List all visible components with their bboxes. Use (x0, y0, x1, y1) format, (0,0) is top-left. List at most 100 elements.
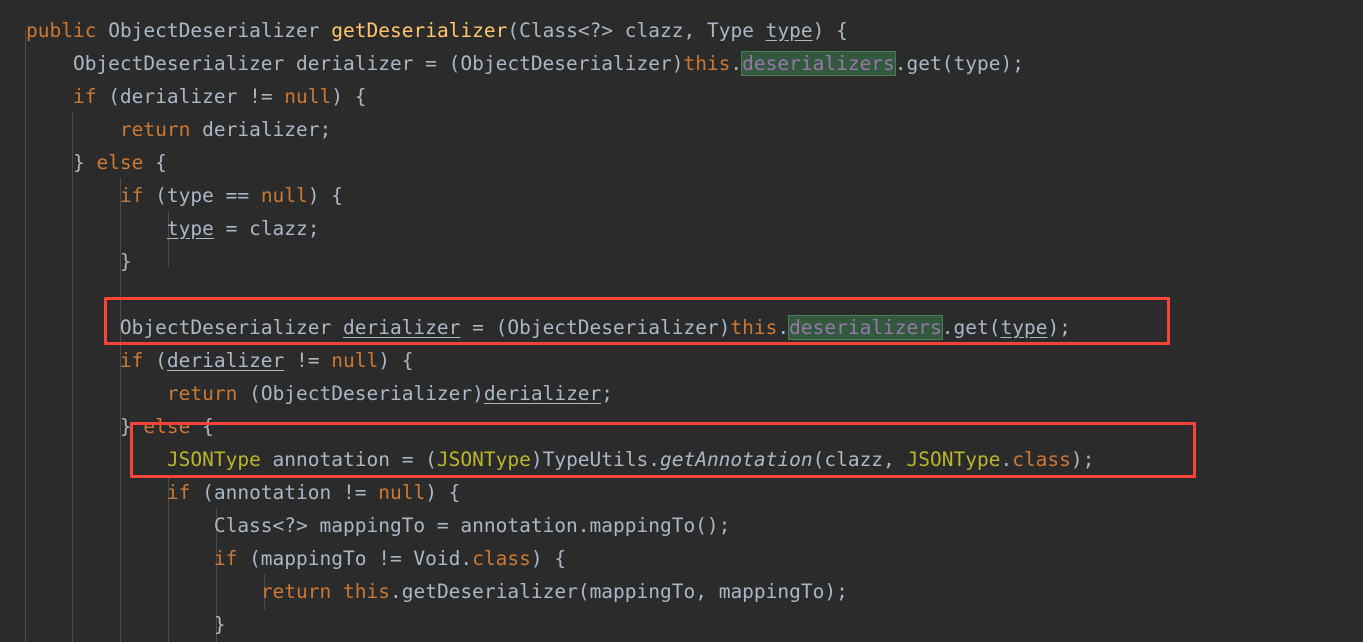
code-line[interactable]: JSONType annotation = (JSONType)TypeUtil… (0, 443, 1363, 476)
code-token: (derializer != (96, 85, 285, 108)
code-token: return (260, 580, 332, 603)
code-token: JSONType (166, 448, 261, 471)
code-token: derializer; (190, 118, 332, 141)
code-token: else (96, 151, 144, 174)
code-token: . (777, 316, 790, 339)
code-editor[interactable]: public ObjectDeserializer getDeserialize… (0, 0, 1363, 642)
code-token: ) { (530, 547, 567, 570)
code-token: null (284, 85, 332, 108)
code-token: (ObjectDeserializer) (237, 382, 484, 405)
code-line[interactable]: type = clazz; (0, 212, 1363, 245)
code-token: )TypeUtils. (530, 448, 660, 471)
code-token: = (ObjectDeserializer) (460, 316, 731, 339)
code-token: ) { (378, 349, 414, 372)
code-token: ( (143, 349, 167, 372)
code-token: .get( (941, 316, 1001, 339)
code-token: } (26, 151, 97, 174)
code-line[interactable]: if (annotation != null) { (0, 476, 1363, 509)
code-token: (mappingTo != Void. (237, 547, 473, 570)
code-token: this (730, 316, 778, 339)
code-token: derializer (166, 349, 285, 372)
code-token: JSONType (906, 448, 1001, 471)
code-token: if (213, 547, 238, 570)
code-token: class (1012, 448, 1071, 471)
code-token: derializer (483, 382, 602, 405)
code-token: annotation = ( (260, 448, 437, 471)
code-token: type (1000, 316, 1048, 339)
code-line[interactable]: if (derializer != null) { (0, 344, 1363, 377)
code-token: else (143, 415, 191, 438)
code-token: (Class<?> clazz, Type (507, 19, 766, 42)
code-token: ); (1047, 316, 1071, 339)
highlighted-token: deserializers (741, 51, 896, 76)
code-line[interactable]: ObjectDeserializer derializer = (ObjectD… (0, 47, 1363, 80)
code-line[interactable]: } (0, 608, 1363, 641)
code-token: ObjectDeserializer (108, 19, 320, 42)
code-line[interactable]: return derializer; (0, 113, 1363, 146)
code-token: return (119, 118, 191, 141)
code-line[interactable]: } else { (0, 146, 1363, 179)
code-token: null (331, 349, 379, 372)
code-token: null (378, 481, 426, 504)
code-token: ) { (331, 85, 367, 108)
code-token: .getDeserializer(mappingTo, mappingTo); (389, 580, 848, 603)
code-token: ) { (307, 184, 344, 207)
code-line[interactable]: } (0, 245, 1363, 278)
code-token: return (166, 382, 238, 405)
code-line[interactable]: if (mappingTo != Void.class) { (0, 542, 1363, 575)
code-token: if (119, 184, 144, 207)
code-token: getDeserializer (331, 19, 508, 42)
code-line[interactable]: if (derializer != null) { (0, 80, 1363, 113)
code-token: if (119, 349, 144, 372)
code-token: if (72, 85, 97, 108)
code-token: .get(type); (894, 52, 1024, 75)
code-token: != (284, 349, 332, 372)
code-content: public ObjectDeserializer getDeserialize… (0, 14, 1363, 641)
code-token: } (26, 415, 144, 438)
code-token: this (343, 580, 390, 603)
code-line[interactable]: ObjectDeserializer derializer = (ObjectD… (0, 311, 1363, 344)
code-token: { (190, 415, 214, 438)
code-token: . (730, 52, 743, 75)
code-token: (annotation != (190, 481, 379, 504)
code-token: (type == (143, 184, 261, 207)
code-token: ObjectDeserializer (26, 316, 343, 339)
code-token: type (765, 19, 813, 42)
code-line[interactable]: public ObjectDeserializer getDeserialize… (0, 14, 1363, 47)
code-token: public (26, 19, 97, 42)
code-token: . (1000, 448, 1013, 471)
code-line[interactable]: return this.getDeserializer(mappingTo, m… (0, 575, 1363, 608)
code-token: ); (1070, 448, 1095, 471)
code-token: derializer (342, 316, 461, 339)
code-token: ObjectDeserializer derializer = (ObjectD… (26, 52, 684, 75)
code-token: { (143, 151, 167, 174)
code-token: getAnnotation (659, 448, 813, 471)
code-token: } (26, 613, 226, 636)
code-token: ) { (812, 19, 848, 42)
code-line[interactable] (0, 278, 1363, 311)
code-line[interactable]: } else { (0, 410, 1363, 443)
code-line[interactable]: return (ObjectDeserializer)derializer; (0, 377, 1363, 410)
code-line[interactable]: if (type == null) { (0, 179, 1363, 212)
code-token: type (166, 217, 214, 240)
highlighted-token: deserializers (788, 315, 943, 340)
code-token: this (683, 52, 731, 75)
code-token: if (166, 481, 191, 504)
code-token: (clazz, (812, 448, 907, 471)
code-token: Class<?> mappingTo = annotation.mappingT… (26, 514, 731, 537)
code-line[interactable]: Class<?> mappingTo = annotation.mappingT… (0, 509, 1363, 542)
code-token: } (26, 250, 132, 273)
code-token: = clazz; (213, 217, 320, 240)
code-token: ) { (425, 481, 461, 504)
